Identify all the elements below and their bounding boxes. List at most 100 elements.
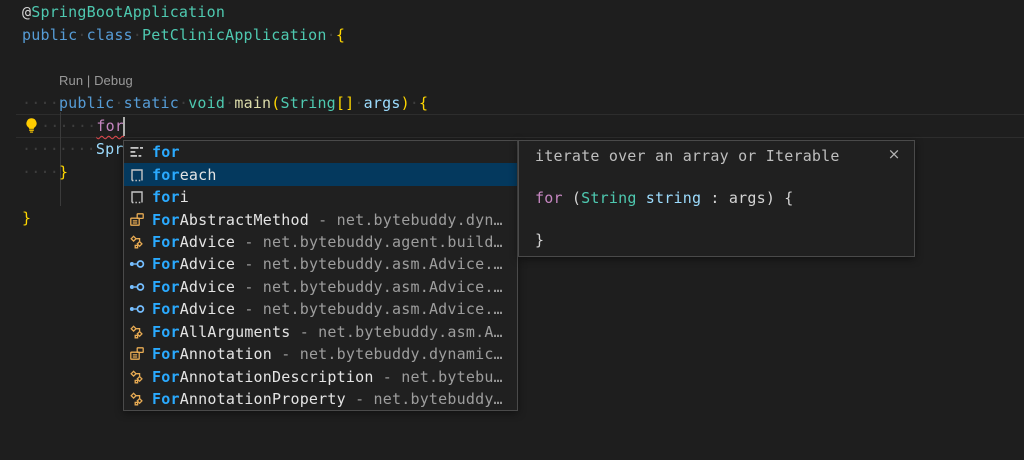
suggestion-label: ForAdvice bbox=[152, 233, 235, 251]
suggestion-item-forabstractmethod[interactable]: ForAbstractMethod - net.bytebuddy.dyn… bbox=[124, 208, 517, 230]
matched-text: For bbox=[152, 233, 180, 251]
code-token: string bbox=[646, 189, 701, 207]
suggestion-label: ForAllArguments bbox=[152, 323, 290, 341]
suggestion-item-for[interactable]: for bbox=[124, 141, 517, 163]
suggestion-code-preview: for (String string : args) {} bbox=[535, 167, 898, 251]
matched-text: For bbox=[152, 368, 180, 386]
suggestion-item-forallarguments[interactable]: ForAllArguments - net.bytebuddy.asm.A… bbox=[124, 321, 517, 343]
enum-icon bbox=[129, 391, 145, 407]
suggestion-label: fori bbox=[152, 188, 189, 206]
suggestion-detail: - net.bytebuddy.dynamic… bbox=[272, 345, 503, 363]
interface-icon bbox=[129, 301, 145, 317]
code-token: class bbox=[87, 26, 133, 44]
suggestion-detail: - net.bytebuddy.asm.A… bbox=[290, 323, 502, 341]
matched-text: For bbox=[152, 278, 180, 296]
suggestion-detail: - net.bytebuddy… bbox=[346, 390, 503, 408]
suggestion-item-forannotationproperty[interactable]: ForAnnotationProperty - net.bytebuddy… bbox=[124, 388, 517, 410]
code-token: args bbox=[364, 94, 401, 112]
matched-text: for bbox=[152, 188, 180, 206]
code-token: void bbox=[188, 94, 225, 112]
suggestion-item-forannotationdescription[interactable]: ForAnnotationDescription - net.bytebu… bbox=[124, 365, 517, 387]
label-rest: Advice bbox=[180, 233, 235, 251]
label-rest: AbstractMethod bbox=[180, 211, 309, 229]
matched-text: For bbox=[152, 300, 180, 318]
code-token: ···· bbox=[22, 163, 59, 181]
doc-blank-line bbox=[535, 167, 898, 188]
code-token: for bbox=[96, 117, 124, 135]
label-rest: each bbox=[180, 166, 217, 184]
matched-text: For bbox=[152, 323, 180, 341]
codelens-separator: | bbox=[83, 73, 94, 88]
label-rest: Advice bbox=[180, 255, 235, 273]
suggestion-item-foradvice[interactable]: ForAdvice - net.bytebuddy.asm.Advice.… bbox=[124, 253, 517, 275]
suggestion-label: ForAbstractMethod bbox=[152, 211, 309, 229]
suggest-widget: forforeachforiForAbstractMethod - net.by… bbox=[123, 140, 518, 411]
code-token: static bbox=[124, 94, 179, 112]
code-token: PetClinicApplication bbox=[142, 26, 327, 44]
code-token: { bbox=[419, 94, 428, 112]
for-typed-line: ······for bbox=[41, 115, 124, 138]
code-token: ( bbox=[271, 94, 280, 112]
suggestion-detail: - net.bytebuddy.asm.Advice.… bbox=[235, 255, 503, 273]
matched-text: For bbox=[152, 255, 180, 273]
main-close-brace-line: ····} bbox=[22, 161, 68, 184]
snippet-icon bbox=[129, 167, 145, 183]
code-token: String bbox=[281, 94, 336, 112]
code-token: ) { bbox=[766, 189, 794, 207]
code-token: args bbox=[729, 189, 766, 207]
class-close-brace-line: } bbox=[22, 207, 31, 230]
suggest-list: forforeachforiForAbstractMethod - net.by… bbox=[124, 141, 517, 410]
interface-icon bbox=[129, 279, 145, 295]
suggestion-label: ForAnnotationDescription bbox=[152, 368, 374, 386]
interface-icon bbox=[129, 256, 145, 272]
matched-text: For bbox=[152, 345, 180, 363]
label-rest: Advice bbox=[180, 300, 235, 318]
suggestion-detail: - net.bytebuddy.agent.build… bbox=[235, 233, 503, 251]
suggestion-item-foreach[interactable]: foreach bbox=[124, 163, 517, 185]
lightbulb-icon[interactable] bbox=[23, 117, 40, 134]
suggestion-item-forannotation[interactable]: ForAnnotation - net.bytebuddy.dynamic… bbox=[124, 343, 517, 365]
suggestion-item-foradvice[interactable]: ForAdvice - net.bytebuddy.asm.Advice.… bbox=[124, 276, 517, 298]
matched-text: for bbox=[152, 143, 180, 161]
suggestion-item-foradvice[interactable]: ForAdvice - net.bytebuddy.agent.build… bbox=[124, 231, 517, 253]
code-token: String bbox=[581, 189, 636, 207]
codelens: Run | Debug bbox=[59, 73, 133, 88]
suggestion-label: ForAdvice bbox=[152, 300, 235, 318]
code-token: @ bbox=[22, 3, 31, 21]
code-token: for bbox=[535, 189, 563, 207]
suggestion-item-fori[interactable]: fori bbox=[124, 186, 517, 208]
code-token: · bbox=[327, 26, 336, 44]
suggestion-label: ForAnnotationProperty bbox=[152, 390, 346, 408]
snippet-icon bbox=[129, 189, 145, 205]
suggest-docs-panel: iterate over an array or Iterable for (S… bbox=[518, 140, 915, 257]
suggestion-item-foradvice[interactable]: ForAdvice - net.bytebuddy.asm.Advice.… bbox=[124, 298, 517, 320]
code-editor: Run | Debug @SpringBootApplication public… bbox=[0, 0, 1024, 460]
code-token bbox=[637, 189, 646, 207]
code-token: · bbox=[114, 94, 123, 112]
close-icon[interactable]: × bbox=[885, 145, 903, 163]
doc-code-line: } bbox=[535, 230, 898, 251]
code-token: · bbox=[410, 94, 419, 112]
matched-text: For bbox=[152, 390, 180, 408]
annotation-line: @SpringBootApplication bbox=[22, 1, 225, 24]
codelens-debug-link[interactable]: Debug bbox=[94, 73, 133, 88]
code-token: } bbox=[535, 231, 544, 249]
code-token: { bbox=[336, 26, 345, 44]
suggestion-detail: - net.bytebuddy.asm.Advice.… bbox=[235, 278, 503, 296]
suggestion-label: ForAdvice bbox=[152, 255, 235, 273]
enum-icon bbox=[129, 234, 145, 250]
suggestion-label: ForAdvice bbox=[152, 278, 235, 296]
keyword-icon bbox=[129, 144, 145, 160]
class-icon bbox=[129, 346, 145, 362]
code-token: · bbox=[179, 94, 188, 112]
label-rest: AnnotationProperty bbox=[180, 390, 346, 408]
suggestion-label: foreach bbox=[152, 166, 217, 184]
suggestion-detail: - net.bytebuddy.dyn… bbox=[309, 211, 503, 229]
codelens-run-link[interactable]: Run bbox=[59, 73, 83, 88]
matched-text: for bbox=[152, 166, 180, 184]
code-token: } bbox=[22, 209, 31, 227]
code-token: main bbox=[234, 94, 271, 112]
code-token: public bbox=[59, 94, 114, 112]
class-icon bbox=[129, 212, 145, 228]
class-declaration-line: public·class·PetClinicApplication·{ bbox=[22, 24, 345, 47]
